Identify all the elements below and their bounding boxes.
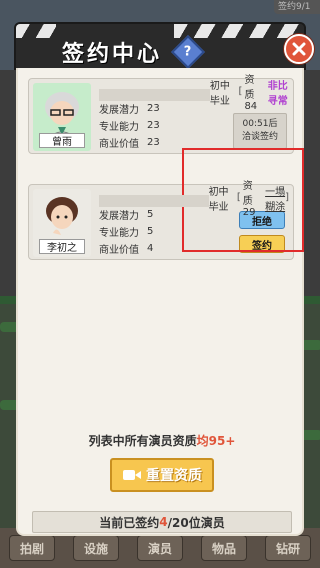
nav-film[interactable]: 拍剧 bbox=[9, 535, 55, 561]
actor-education: 初中毕业 bbox=[208, 186, 229, 213]
actor-education: 初中毕业 bbox=[209, 80, 230, 107]
timer-countdown: 00:51后 bbox=[242, 119, 278, 129]
actor-name: 曾雨 bbox=[39, 133, 85, 148]
stat-value: 23 bbox=[147, 120, 160, 131]
signing-center-dialog: 签约中心 ? 曾雨 初中毕业 [资质84 非比寻常 发展潜力 23 专业能力 … bbox=[14, 22, 314, 536]
stat-label: 发展潜力 bbox=[99, 211, 139, 222]
nav-actors[interactable]: 演员 bbox=[137, 535, 183, 561]
top-status-chip: 签约9/1 bbox=[274, 0, 320, 14]
video-camera-icon bbox=[123, 470, 141, 480]
close-button[interactable] bbox=[284, 34, 314, 64]
actor-name: 李初之 bbox=[39, 239, 85, 254]
dialog-body: 曾雨 初中毕业 [ 资质84 非比寻常 发展潜力 23 专业能力 23 商业价值… bbox=[16, 68, 304, 536]
stat-value: 23 bbox=[147, 103, 160, 114]
stat-value: 5 bbox=[147, 209, 154, 220]
reset-quality-button[interactable]: 重置资质 bbox=[110, 458, 214, 492]
stat-label: 商业价值 bbox=[99, 245, 139, 256]
quality-summary: 列表中所有演员资质均95+ bbox=[88, 434, 236, 448]
stat-value: 5 bbox=[147, 226, 154, 237]
actor-quality: [ 资质84 非比寻常 bbox=[238, 75, 288, 112]
actor-quality: [ 资质29 一塌糊涂 ] bbox=[236, 181, 289, 218]
question-icon: ? bbox=[184, 44, 192, 60]
dialog-title: 签约中心 bbox=[62, 42, 163, 67]
stat-label: 商业价值 bbox=[99, 139, 139, 150]
stat-label: 发展潜力 bbox=[99, 105, 139, 116]
actor-portrait: 曾雨 bbox=[33, 83, 91, 151]
nav-research[interactable]: 钻研 bbox=[265, 535, 311, 561]
stat-value: 4 bbox=[147, 243, 154, 254]
negotiation-timer: 00:51后 洽谈签约 bbox=[233, 113, 287, 149]
close-icon bbox=[292, 42, 306, 56]
actor-card: 曾雨 初中毕业 [ 资质84 非比寻常 发展潜力 23 专业能力 23 商业价值… bbox=[28, 75, 294, 154]
nav-facilities[interactable]: 设施 bbox=[73, 535, 119, 561]
clapperboard-stripes bbox=[174, 24, 304, 38]
actor-portrait: 李初之 bbox=[33, 189, 91, 257]
help-button[interactable]: ? bbox=[171, 35, 205, 68]
stat-label: 专业能力 bbox=[99, 122, 139, 133]
clapperboard-stripes bbox=[16, 24, 56, 38]
stat-label: 专业能力 bbox=[99, 228, 139, 239]
quality-tag: 非比寻常 bbox=[267, 80, 288, 107]
stat-value: 23 bbox=[147, 137, 160, 148]
timer-status: 洽谈签约 bbox=[241, 132, 278, 142]
signed-count-status: 当前已签约 4/20位演员 bbox=[32, 511, 292, 533]
quality-tag: 一塌糊涂 bbox=[265, 186, 286, 213]
nav-items[interactable]: 物品 bbox=[201, 535, 247, 561]
dialog-header: 签约中心 ? bbox=[14, 22, 306, 70]
